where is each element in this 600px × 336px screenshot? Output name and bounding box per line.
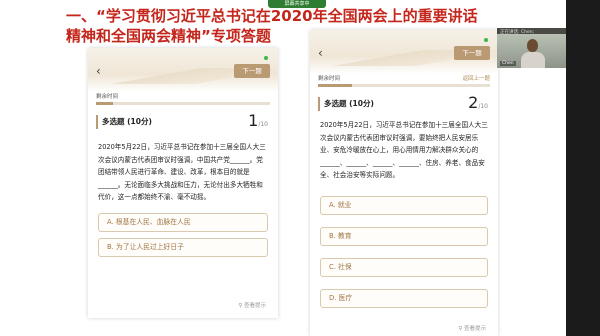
option-b[interactable]: B. 为了让人民过上好日子: [98, 237, 268, 257]
question-header: 多选题 (10分) 1/10: [88, 111, 278, 133]
next-question-button[interactable]: 下一题: [234, 64, 270, 78]
option-c[interactable]: C. 社保: [320, 257, 488, 277]
back-arrow-icon[interactable]: ‹: [318, 47, 328, 59]
question-text: 2020年5月22日，习近平总书记在参加十三届全国人大三次会议内蒙古代表团审议时…: [98, 143, 266, 202]
participant-video[interactable]: 正在讲话: Chen; Chen: [497, 28, 566, 68]
progress-bar: [318, 84, 490, 87]
headline-line-1: 一、“学习贯彻习近平总书记在2020年全国两会上的重要讲话: [66, 7, 478, 25]
timer-row: 剩余时间 返回上一题: [310, 74, 498, 84]
view-hint-link[interactable]: ⚲ 查看提示: [458, 324, 486, 332]
participant-name: Chen: [500, 61, 516, 66]
option-a[interactable]: A. 就业: [320, 195, 488, 215]
participant-head: [527, 39, 538, 52]
question-type: 多选题 (10分): [318, 97, 374, 111]
progress-fill: [96, 102, 114, 105]
question-text: 2020年5月22日，习近平总书记在参加十三届全国人大三次会议内蒙古代表团审议时…: [320, 121, 488, 180]
participant-body: [521, 52, 545, 68]
quiz-phone-2: ‹ 下一题 剩余时间 返回上一题 多选题 (10分) 2/10 2020年5月2…: [310, 30, 498, 336]
status-dot-icon: [484, 38, 488, 42]
options-list: A. 根基在人民、血脉在人民 B. 为了让人民过上好日子: [88, 212, 278, 257]
option-a[interactable]: A. 根基在人民、血脉在人民: [98, 212, 268, 232]
back-arrow-icon[interactable]: ‹: [96, 65, 106, 77]
presentation-slide: 屏幕共享中 一、“学习贯彻习近平总书记在2020年全国两会上的重要讲话 精神和全…: [0, 0, 566, 336]
question-number: 1/10: [248, 111, 268, 130]
options-list: A. 就业 B. 教育 C. 社保 D. 医疗: [310, 195, 498, 308]
previous-question-link[interactable]: 返回上一题: [462, 74, 490, 84]
question-number: 2/10: [468, 93, 488, 112]
progress-fill: [318, 84, 353, 87]
timer-label: 剩余时间: [96, 94, 119, 100]
timer-label: 剩余时间: [318, 76, 341, 82]
option-b[interactable]: B. 教育: [320, 226, 488, 246]
next-question-button[interactable]: 下一题: [454, 46, 490, 60]
status-dot-icon: [264, 56, 268, 60]
phone-header: ‹ 下一题: [310, 30, 498, 74]
question-header: 多选题 (10分) 2/10: [310, 93, 498, 115]
timer-row: 剩余时间: [88, 92, 278, 102]
phone-header: ‹ 下一题: [88, 48, 278, 92]
quiz-phone-1: ‹ 下一题 剩余时间 多选题 (10分) 1/10 2020年5月22日，习近平…: [88, 48, 278, 318]
question-type: 多选题 (10分): [96, 115, 152, 129]
view-hint-link[interactable]: ⚲ 查看提示: [238, 301, 266, 309]
option-d[interactable]: D. 医疗: [320, 288, 488, 308]
speaking-label: 正在讲话: Chen;: [500, 30, 535, 35]
progress-bar: [96, 102, 270, 105]
